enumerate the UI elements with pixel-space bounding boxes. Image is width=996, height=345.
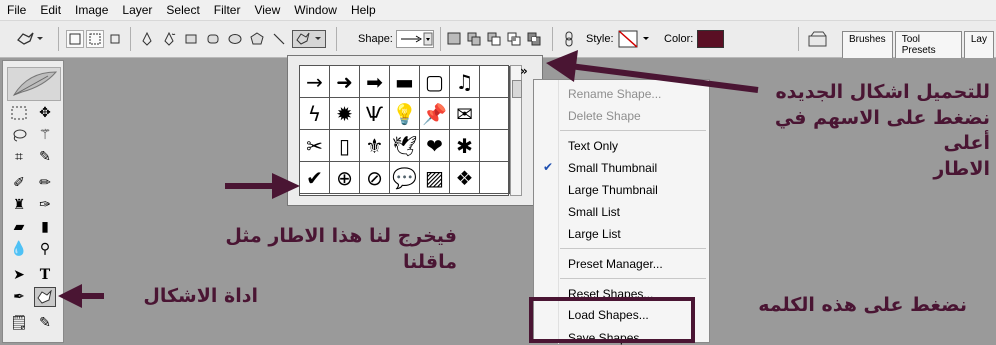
arrow-to-shape-grid [225,173,300,199]
annotation-frame-appears: فيخرج لنا هذا الاطار مثل ماقلنا [225,225,457,273]
annotation-click-this-word: نضغط على هذه الكلمه [758,294,967,316]
arrow-to-picker-menu [546,50,759,93]
arrow-to-shape-tool [58,284,104,308]
annotation-shapes-tool: اداة الاشكال [143,285,258,307]
annotation-load-new-shapes: للتحميل اشكال الجديده نضغط على الاسهم في… [774,81,990,180]
